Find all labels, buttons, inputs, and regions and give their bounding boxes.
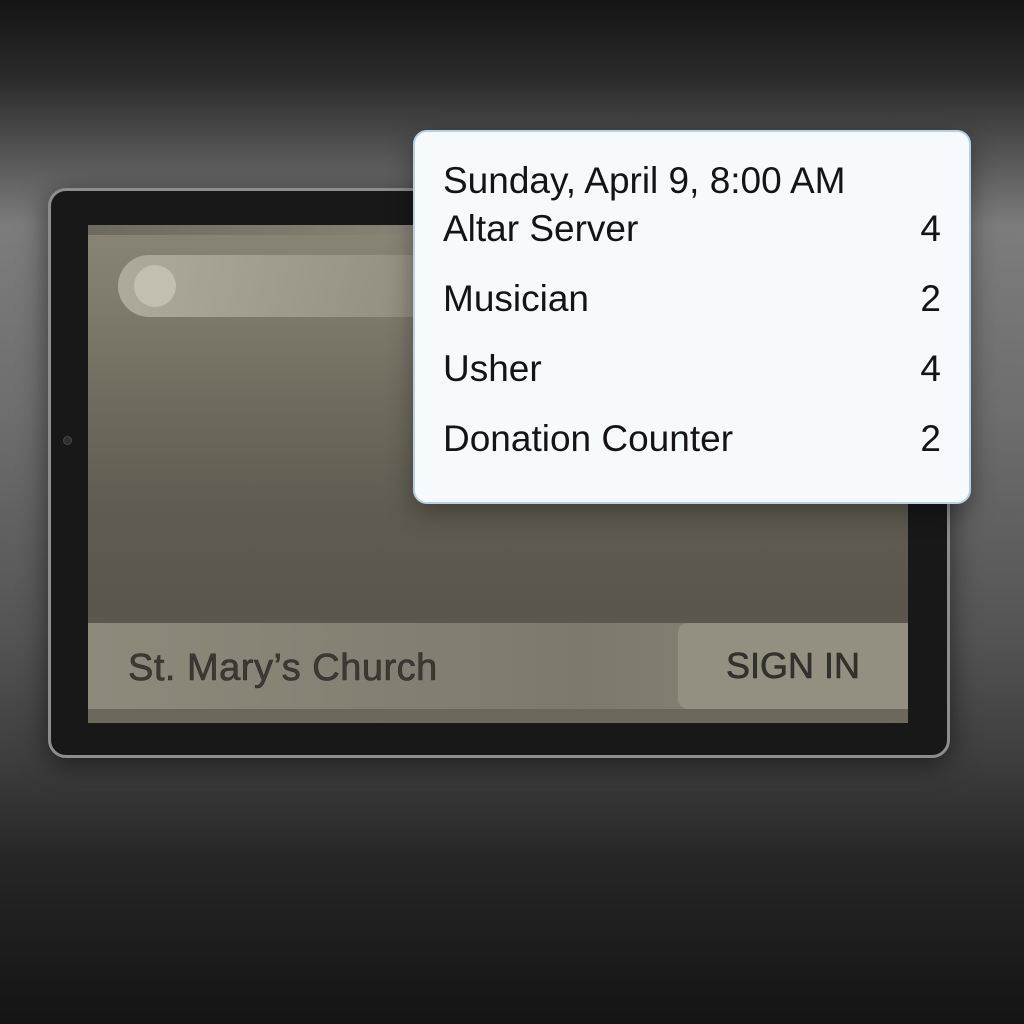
role-count: 4 <box>920 348 941 389</box>
sign-in-button[interactable]: SIGN IN <box>678 623 908 709</box>
role-row-musician[interactable]: Musician 2 <box>443 277 941 321</box>
role-name: Usher <box>443 348 542 389</box>
camera-icon <box>63 436 72 445</box>
site-footer-bar: St. Mary’s Church SIGN IN <box>88 623 908 709</box>
role-row-donation-counter[interactable]: Donation Counter 2 <box>443 417 941 461</box>
role-row-altar-server[interactable]: Altar Server 4 <box>443 207 941 251</box>
search-field[interactable] <box>118 255 448 317</box>
service-schedule-popover: Sunday, April 9, 8:00 AM Altar Server 4 … <box>413 130 971 504</box>
search-icon <box>134 265 176 307</box>
service-datetime: Sunday, April 9, 8:00 AM <box>443 160 846 201</box>
role-name: Musician <box>443 278 589 319</box>
role-count: 2 <box>920 278 941 319</box>
role-row-usher[interactable]: Usher 4 <box>443 347 941 391</box>
role-count: 2 <box>920 418 941 459</box>
role-name: Altar Server <box>443 208 639 249</box>
role-name: Donation Counter <box>443 418 734 459</box>
church-name: St. Mary’s Church <box>128 647 438 690</box>
role-count: 4 <box>920 208 941 249</box>
